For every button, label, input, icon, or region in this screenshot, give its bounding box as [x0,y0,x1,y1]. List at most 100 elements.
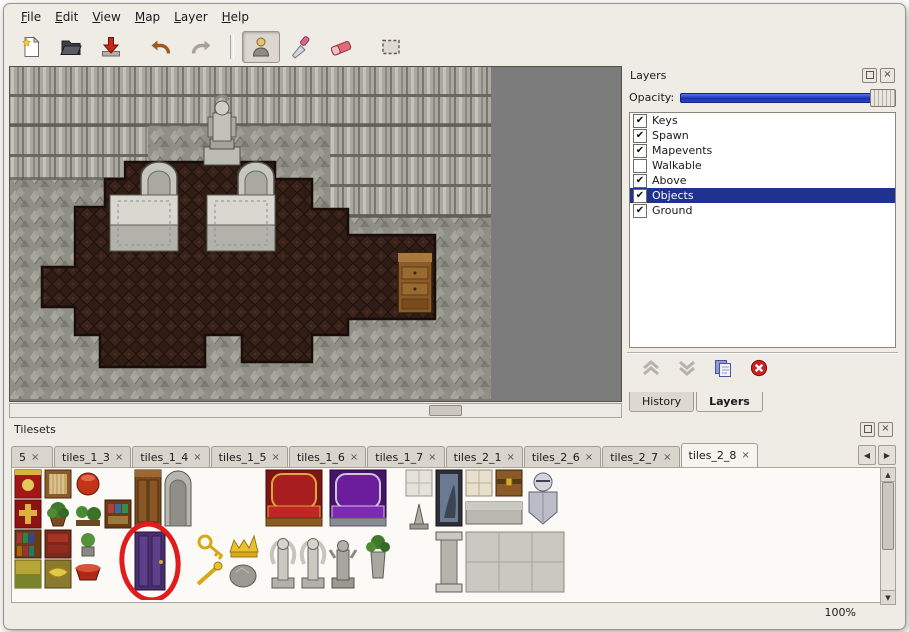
layer-row-spawn[interactable]: ✔ Spawn [630,128,895,143]
layer-checkbox[interactable]: ✔ [633,204,647,218]
tile-rock [230,565,256,587]
tab-close-icon[interactable]: × [31,452,39,463]
tile-gray-bench [466,502,522,524]
scroll-up-button[interactable]: ▲ [881,468,895,482]
opacity-slider-track[interactable] [680,93,896,103]
tilesets-panel-titlebar: Tilesets × [9,420,898,438]
tileset-tab-tiles_1_6[interactable]: tiles_1_6 × [289,446,366,467]
tileset-tab-tiles_2_8[interactable]: tiles_2_8 × [681,443,758,468]
tab-close-icon[interactable]: × [272,452,280,463]
opacity-slider-handle[interactable] [870,89,896,107]
tile-statue-angel-1 [272,539,295,589]
layer-row-ground[interactable]: ✔ Ground [630,203,895,218]
menu-view[interactable]: View [85,8,127,26]
tab-close-icon[interactable]: × [506,452,514,463]
tileset-tab-5[interactable]: 5 × [11,446,53,467]
tile-wooden-chest [496,470,522,496]
save-button[interactable] [92,31,130,63]
layer-checkbox[interactable] [633,159,647,173]
tile-loom [45,470,71,498]
tileset-content[interactable] [11,467,882,603]
menu-file[interactable]: File [14,8,48,26]
tab-label: tiles_2_7 [610,451,658,464]
tab-layers[interactable]: Layers [696,392,763,412]
layer-list[interactable]: ✔ Keys ✔ Spawn ✔ Mapevents Walkable ✔ Ab… [629,112,896,348]
tileset-tabbar: 5 × tiles_1_3 × tiles_1_4 × tiles_1_5 × … [11,442,896,468]
toolbar-separator [230,35,234,59]
map-canvas[interactable] [10,67,491,399]
layer-checkbox[interactable]: ✔ [633,189,647,203]
event-tool-button[interactable] [242,31,280,63]
open-button[interactable] [52,31,90,63]
layer-checkbox[interactable]: ✔ [633,129,647,143]
layer-row-keys[interactable]: ✔ Keys [630,113,895,128]
select-tool-button[interactable] [372,31,410,63]
tilesets-panel-title: Tilesets [14,423,56,436]
raise-layer-button[interactable] [639,358,663,378]
map-viewport[interactable] [9,66,622,402]
tabs-scroll-right-button[interactable]: ▶ [878,445,896,465]
tab-close-icon[interactable]: × [741,450,749,461]
eraser-tool-button[interactable] [322,31,360,63]
tab-close-icon[interactable]: × [663,452,671,463]
scroll-down-button[interactable]: ▼ [881,590,895,604]
layer-checkbox[interactable]: ✔ [633,144,647,158]
float-panel-button[interactable] [862,68,877,83]
tab-label: tiles_1_6 [297,451,345,464]
float-panel-button[interactable] [860,422,875,437]
tileset-tab-tiles_2_7[interactable]: tiles_2_7 × [602,446,679,467]
menu-help[interactable]: Help [215,8,256,26]
tab-close-icon[interactable]: × [585,452,593,463]
layer-checkbox[interactable]: ✔ [633,114,647,128]
brush-tool-button[interactable] [282,31,320,63]
close-icon: × [883,70,891,80]
redo-button[interactable] [182,31,220,63]
tileset-tab-tiles_1_7[interactable]: tiles_1_7 × [367,446,444,467]
tileset-tab-tiles_1_4[interactable]: tiles_1_4 × [132,446,209,467]
layers-panel: Layers × Opacity: ✔ Keys ✔ Spawn ✔ [625,66,900,412]
undo-button[interactable] [142,31,180,63]
opacity-slider[interactable] [680,89,896,105]
scrollbar-thumb[interactable] [429,405,462,416]
delete-layer-button[interactable] [747,358,771,378]
duplicate-layer-button[interactable] [711,358,735,378]
lower-layer-button[interactable] [675,358,699,378]
new-button[interactable] [12,31,50,63]
tileset-tab-tiles_2_1[interactable]: tiles_2_1 × [446,446,523,467]
tile-purple-door [135,532,165,590]
layer-label: Walkable [652,159,702,172]
tab-label: tiles_2_8 [689,449,737,462]
layer-label: Mapevents [652,144,712,157]
tile-red-throne [266,470,322,526]
close-panel-button[interactable]: × [880,68,895,83]
tab-close-icon[interactable]: × [193,452,201,463]
map-horizontal-scrollbar[interactable] [9,403,622,418]
tab-history[interactable]: History [629,392,694,412]
tileset-tab-tiles_2_6[interactable]: tiles_2_6 × [524,446,601,467]
layer-row-above[interactable]: ✔ Above [630,173,895,188]
tab-close-icon[interactable]: × [350,452,358,463]
layer-row-walkable[interactable]: Walkable [630,158,895,173]
tabs-scroll-left-button[interactable]: ◀ [858,445,876,465]
chevron-down-icon [676,359,698,377]
selection-rect-icon [379,35,403,59]
close-panel-button[interactable]: × [878,422,893,437]
restore-icon [864,425,872,433]
tileset-vertical-scrollbar[interactable]: ▲ ▼ [880,467,896,605]
layer-row-objects[interactable]: ✔ Objects [630,188,895,203]
tileset-tab-tiles_1_3[interactable]: tiles_1_3 × [54,446,131,467]
tile-statue-angel-2 [302,539,325,589]
tileset-canvas[interactable] [12,468,879,600]
tab-close-icon[interactable]: × [428,452,436,463]
menu-edit[interactable]: Edit [48,8,85,26]
tileset-tab-tiles_1_5[interactable]: tiles_1_5 × [211,446,288,467]
tile-bananas [45,560,71,588]
tile-gray-floor [466,532,564,592]
layer-row-mapevents[interactable]: ✔ Mapevents [630,143,895,158]
tab-close-icon[interactable]: × [115,452,123,463]
menu-layer[interactable]: Layer [167,8,214,26]
scrollbar-thumb[interactable] [882,482,894,550]
layer-checkbox[interactable]: ✔ [633,174,647,188]
person-icon [249,35,273,59]
menu-map[interactable]: Map [128,8,167,26]
